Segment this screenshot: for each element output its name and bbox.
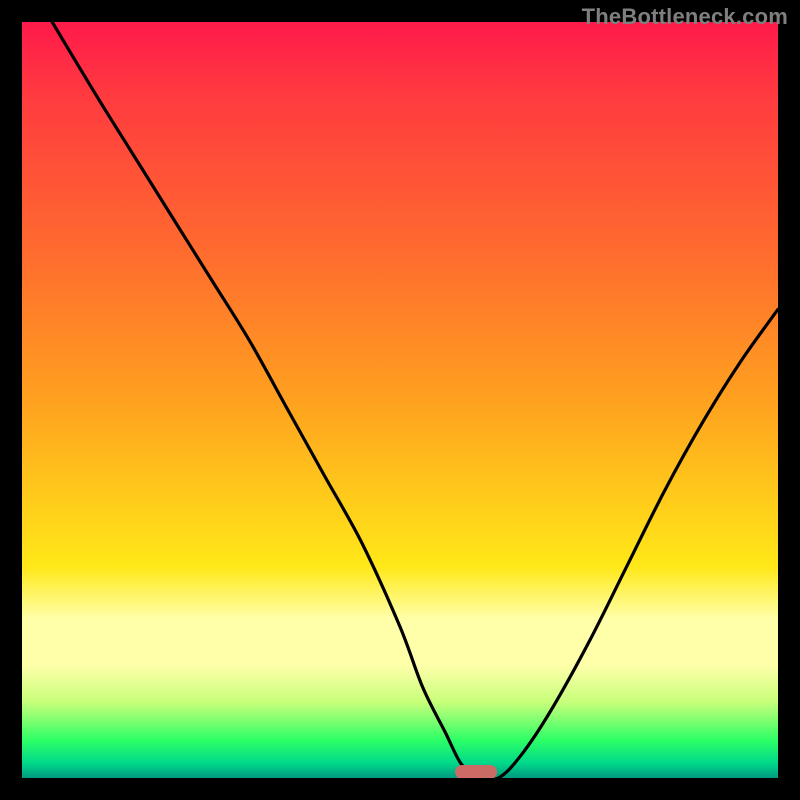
chart-frame: TheBottleneck.com [0, 0, 800, 800]
curve-left-branch [52, 22, 475, 778]
curve-right-branch [476, 309, 778, 778]
watermark-text: TheBottleneck.com [582, 4, 788, 30]
bottleneck-curve [22, 22, 778, 778]
optimal-point-marker [455, 765, 497, 778]
plot-area [22, 22, 778, 778]
